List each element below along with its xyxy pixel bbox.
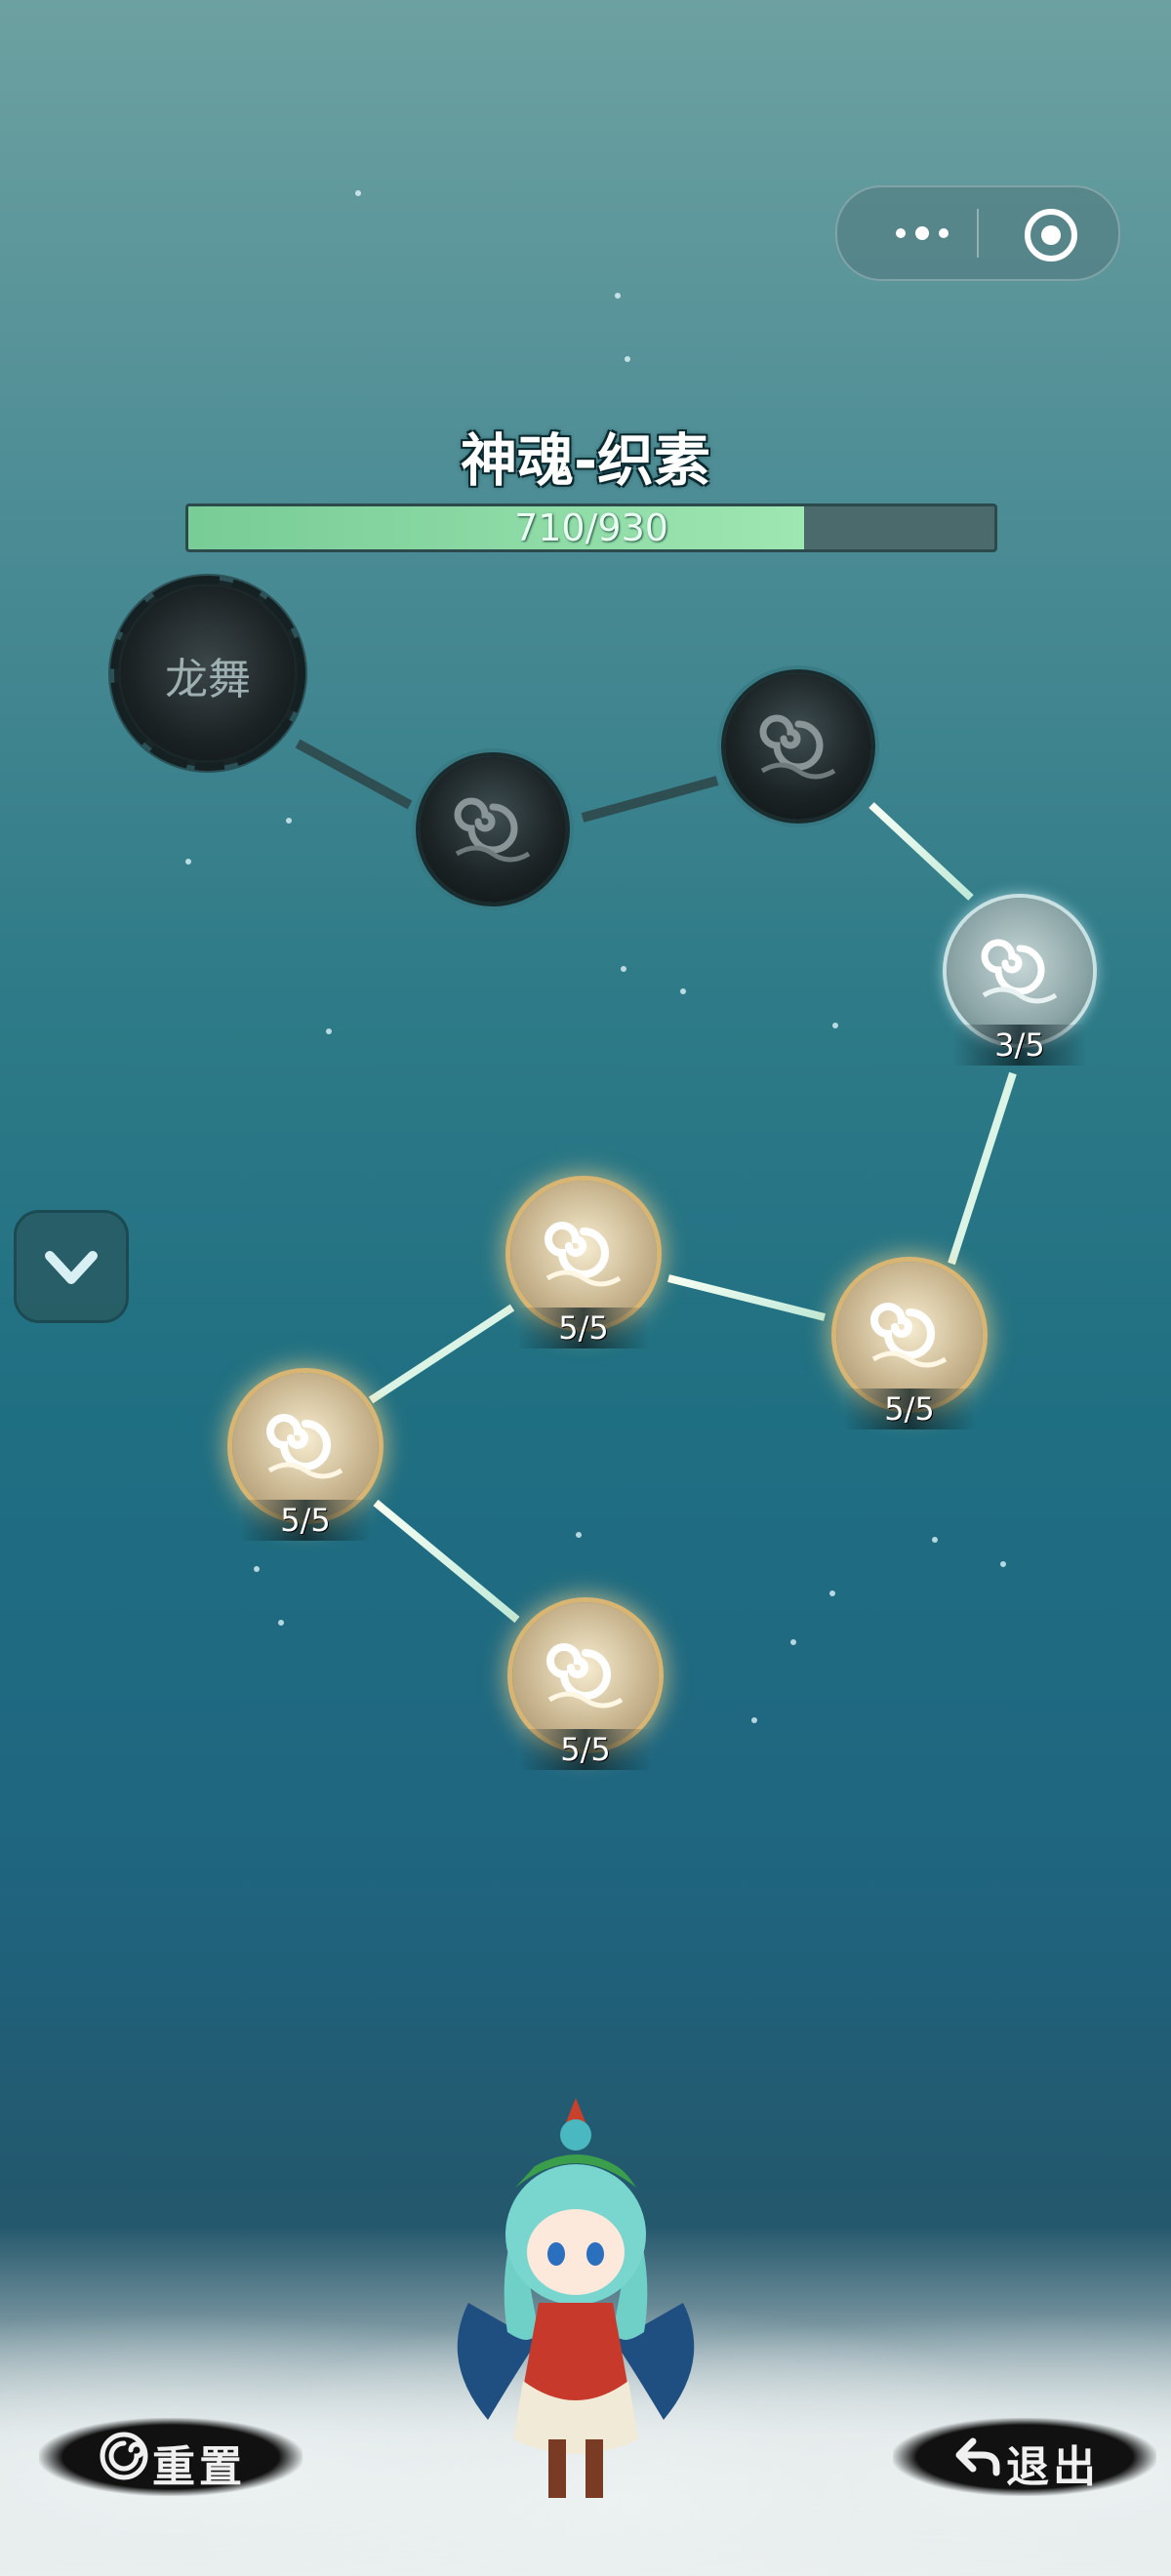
swirl-icon [266,1414,343,1479]
skill-node-7[interactable]: 5/5 [512,1602,659,1770]
skill-node-3[interactable]: 3/5 [947,898,1093,1066]
link-node5-node4 [667,1274,826,1321]
skill-root-node[interactable]: 龙舞 [110,576,305,771]
reset-button[interactable]: 重置 [39,2418,303,2496]
skill-level-label: 5/5 [519,1729,652,1770]
swirl-icon [100,2432,148,2480]
exit-label: 退出 [1006,2442,1100,2492]
swirl-icon [545,1222,622,1287]
link-node2-node3 [868,802,974,901]
back-arrow-icon [955,2437,1000,2476]
skill-node-6[interactable]: 5/5 [232,1373,379,1541]
link-root-node1 [295,739,413,810]
link-node1-node2 [581,776,719,823]
swirl-icon [759,714,836,780]
skill-node-4[interactable]: 5/5 [836,1262,983,1429]
skill-level-label: 3/5 [953,1025,1086,1066]
swirl-icon [454,797,531,863]
skill-level-label: 5/5 [843,1389,976,1429]
collapse-button[interactable] [14,1210,129,1323]
swirl-icon [870,1303,948,1368]
swirl-icon [981,939,1058,1004]
character-avatar [457,2098,695,2498]
skill-node-5[interactable]: 5/5 [510,1181,657,1348]
reset-label: 重置 [152,2442,246,2492]
skill-node-1[interactable] [420,756,566,903]
skill-level-label: 5/5 [517,1308,650,1348]
skill-level-label: 5/5 [239,1500,372,1541]
swirl-icon [546,1643,624,1709]
link-node3-node4 [948,1071,1017,1266]
link-node6-node5 [368,1304,515,1404]
chevron-down-icon [45,1251,98,1284]
skill-node-2[interactable] [725,673,871,820]
link-node6-node7 [373,1499,520,1624]
exit-button[interactable]: 退出 [893,2418,1156,2496]
root-node-label: 龙舞 [165,655,251,704]
